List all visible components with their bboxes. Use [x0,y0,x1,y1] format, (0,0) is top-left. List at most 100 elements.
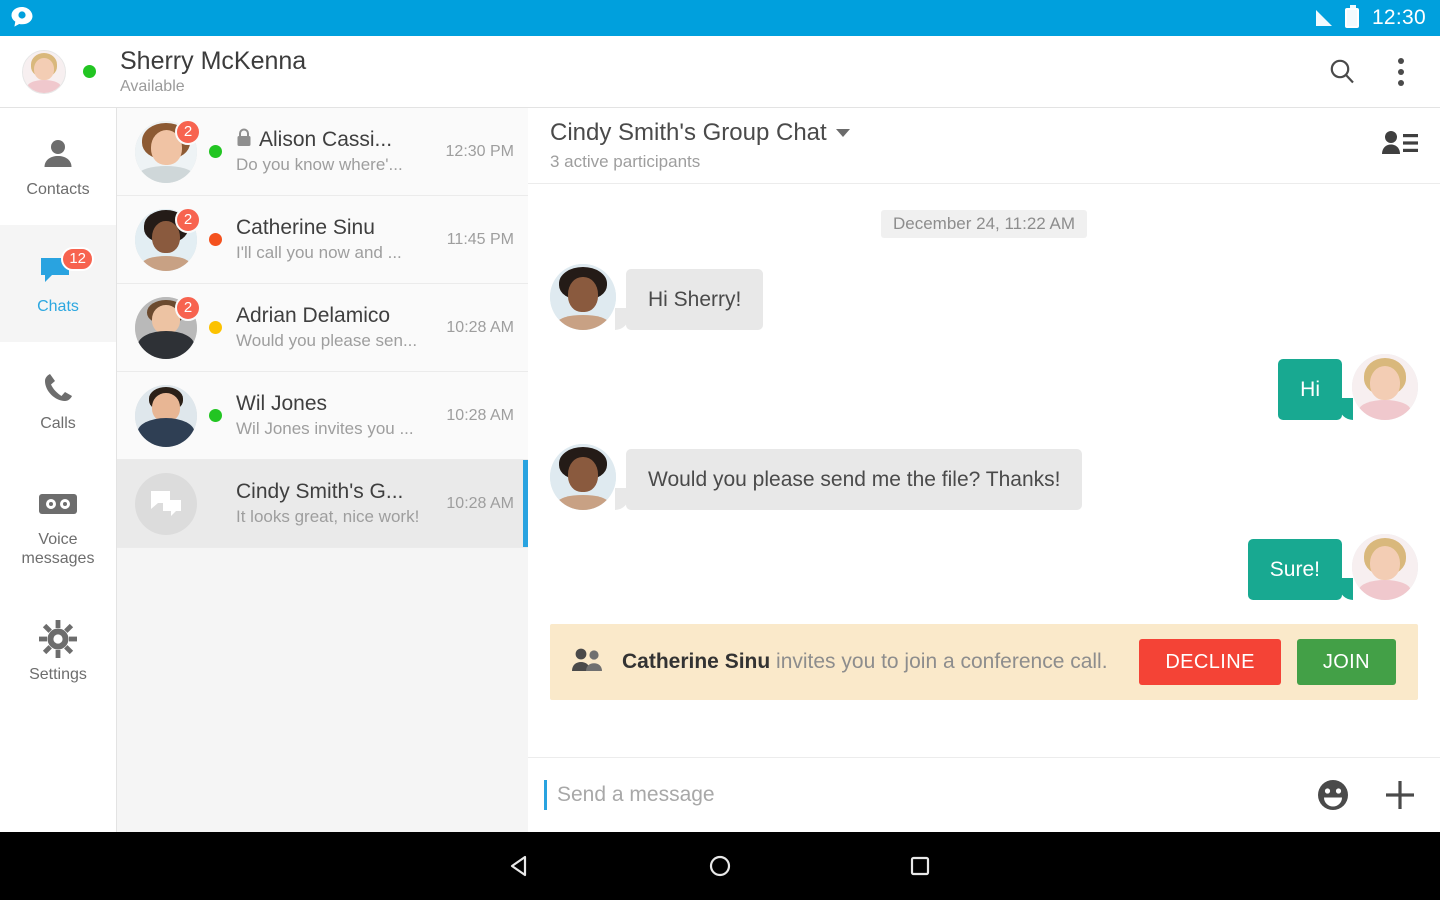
presence-dot [83,65,96,78]
chat-header-text: Cindy Smith's Group Chat 3 active partic… [550,119,850,172]
list-item[interactable]: 2 Catherine Sinu I'll call you now and .… [117,196,528,284]
presence-dot [209,321,222,334]
android-recents-icon[interactable] [905,851,935,881]
list-item[interactable]: 2 Alison Cassi... Do you know where'... … [117,108,528,196]
avatar [550,444,616,510]
decline-button[interactable]: DECLINE [1139,639,1281,685]
avatar[interactable] [22,49,66,94]
unread-badge: 2 [175,206,201,233]
message-bubble: Hi [1278,358,1353,421]
message-bubble: Sure! [1247,538,1354,601]
account-info: Sherry McKenna Available [120,47,306,96]
battery-icon [1344,5,1359,28]
conversation-name: Alison Cassi... [259,128,393,151]
search-icon[interactable] [1326,56,1358,88]
conversation-preview: It looks great, nice work! [236,507,420,526]
conversation-time: 10:28 AM [446,406,514,424]
sidebar-item-label: Voice messages [21,530,95,567]
avatar [550,264,616,330]
unread-badge: 2 [175,294,201,321]
conversation-avatar-wrap: 2 [135,118,201,183]
participants-list-icon[interactable] [1382,129,1418,162]
chat-title-dropdown[interactable]: Cindy Smith's Group Chat [550,119,850,148]
sidebar-item-label: Chats [37,297,79,315]
presence-dot [209,233,222,246]
chat-title-label: Cindy Smith's Group Chat [550,118,827,146]
account-bar: Sherry McKenna Available [0,36,1440,108]
conversation-text: Adrian Delamico Would you please sen... [236,304,440,351]
sidebar-badge-chats: 12 [61,246,94,271]
lock-icon [236,128,252,152]
chat-participants-count: 3 active participants [550,151,701,171]
sidebar-item-voice-messages[interactable]: Voice messages [0,459,116,593]
chat-header: Cindy Smith's Group Chat 3 active partic… [528,108,1440,184]
date-separator-label: December 24, 11:22 AM [880,210,1088,238]
list-item[interactable]: Wil Jones Wil Jones invites you ... 10:2… [117,372,528,460]
invite-actions: DECLINE JOIN [1139,639,1396,685]
add-plus-icon[interactable] [1382,777,1418,813]
conversation-avatar-wrap: 2 [135,206,201,271]
android-navigation-bar [0,832,1440,900]
account-status-text: Available [120,77,185,95]
chevron-down-icon [835,129,850,138]
conversation-time: 11:45 PM [446,230,514,248]
top-actions [1326,56,1418,88]
unread-badge: 2 [175,118,201,145]
invite-message-text: invites you to join a conference call. [770,650,1108,673]
list-item[interactable]: 2 Adrian Delamico Would you please sen..… [117,284,528,372]
conversation-time: 10:28 AM [446,494,514,512]
signal-bars-icon [1315,10,1332,26]
contacts-person-icon [39,134,77,174]
presence-dot [209,145,222,158]
sidebar-item-chats[interactable]: 12 Chats [0,225,116,342]
composer-actions [1316,777,1418,813]
sidebar-item-label: Calls [40,414,76,432]
conversation-preview: Would you please sen... [236,331,418,350]
conversation-preview: Wil Jones invites you ... [236,419,414,438]
message-bubble: Would you please send me the file? Thank… [614,448,1083,511]
sidebar-item-label: Contacts [26,180,90,198]
sidebar-item-contacts[interactable]: Contacts [0,108,116,225]
sidebar-nav: Contacts 12 Chats Calls Voice messages S… [0,108,117,832]
page-title: Sherry McKenna [120,46,307,75]
conversation-text: Cindy Smith's G... It looks great, nice … [236,480,440,527]
conversation-preview: Do you know where'... [236,155,403,174]
sidebar-item-settings[interactable]: Settings [0,593,116,710]
app-logo-chat-bubble-icon [0,0,44,36]
status-bar: 12:30 [0,0,1440,36]
conversation-avatar-wrap [135,384,197,447]
invite-message: Catherine Sinu invites you to join a con… [622,650,1108,674]
android-back-icon[interactable] [505,851,535,881]
message-row-incoming: Hi Sherry! [550,264,1418,331]
conference-invite-banner: Catherine Sinu invites you to join a con… [550,624,1418,700]
message-row-outgoing: Hi [550,354,1418,421]
sidebar-item-calls[interactable]: Calls [0,342,116,459]
android-home-icon[interactable] [705,851,735,881]
join-button[interactable]: JOIN [1296,639,1396,685]
overflow-menu-icon[interactable] [1398,57,1404,86]
conversation-list[interactable]: 2 Alison Cassi... Do you know where'... … [117,108,528,832]
group-people-icon [572,647,606,678]
conversation-name: Cindy Smith's G... [236,480,404,503]
conversation-time: 12:30 PM [445,142,514,160]
list-item-selected[interactable]: Cindy Smith's G... It looks great, nice … [117,460,528,548]
avatar [1352,534,1418,600]
calls-phone-icon [40,368,76,408]
emoji-smiley-icon[interactable] [1316,778,1350,812]
group-chat-icon [135,472,197,535]
conversation-avatar-wrap [135,472,197,535]
message-row-incoming: Would you please send me the file? Thank… [550,444,1418,511]
message-composer [528,757,1440,832]
message-input[interactable] [547,783,1316,807]
user-avatar-illustration [23,50,65,93]
chats-bubble-icon: 12 [38,246,94,291]
settings-gear-icon [39,619,77,659]
date-separator: December 24, 11:22 AM [550,210,1418,238]
invite-sender-name: Catherine Sinu [622,650,771,673]
message-list: December 24, 11:22 AM Hi Sherry! Hi Woul… [528,184,1440,757]
conversation-time: 10:28 AM [446,318,514,336]
conversation-name: Catherine Sinu [236,216,375,239]
conversation-preview: I'll call you now and ... [236,243,402,262]
conversation-text: Alison Cassi... Do you know where'... [236,128,440,175]
avatar [1352,354,1418,420]
